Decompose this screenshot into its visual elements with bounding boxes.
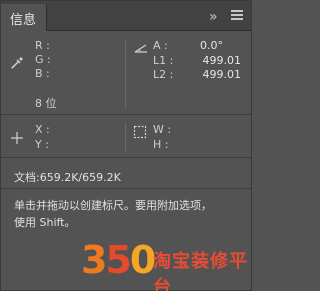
double-chevron-right-icon: » (209, 9, 218, 25)
bit-depth-label: 8 位 (35, 97, 57, 110)
angle-value: 0.0° (200, 39, 223, 52)
section-divider (1, 188, 251, 189)
document-size: 文档:659.2K/659.2K (14, 171, 121, 184)
section-divider (1, 114, 251, 115)
watermark-digit: 0 (129, 238, 156, 282)
blue-label: B : (35, 67, 50, 80)
watermark-number: 350 (81, 237, 156, 283)
red-label: R : (35, 39, 50, 52)
section-divider (125, 122, 126, 152)
crosshair-icon (10, 131, 24, 145)
tab-info-label: 信息 (10, 13, 37, 28)
length2-label: L2 : (153, 68, 174, 81)
selection-size-icon (133, 125, 147, 139)
tab-info[interactable]: 信息 (1, 4, 47, 31)
info-panel: 信息 » R : G : B : 8 位 A : 0.0° L1 : 499.0… (0, 0, 252, 291)
angle-icon (133, 42, 149, 54)
length1-value: 499.01 (202, 54, 242, 67)
angle-label: A : (153, 39, 168, 52)
collapse-panel-button[interactable]: » (209, 9, 223, 25)
eyedropper-icon (10, 56, 24, 70)
tool-hint: 单击并拖动以创建标尺。要用附加选项， 使用 Shift。 (14, 197, 244, 231)
panel-header: 信息 » (1, 1, 251, 31)
section-divider (125, 39, 126, 109)
tool-hint-line1: 单击并拖动以创建标尺。要用附加选项， (14, 199, 212, 212)
tool-hint-line2: 使用 Shift。 (14, 216, 76, 229)
y-label: Y : (35, 138, 49, 151)
x-label: X : (35, 123, 50, 136)
height-label: H : (153, 138, 169, 151)
section-divider (1, 157, 251, 158)
length2-value: 499.01 (202, 68, 242, 81)
watermark-logo: 350 淘宝装修平台 (81, 237, 253, 291)
width-label: W : (153, 123, 172, 136)
watermark-text: 淘宝装修平台 (153, 251, 248, 291)
length1-label: L1 : (153, 54, 174, 67)
watermark-digit: 3 (81, 238, 107, 282)
watermark-digit: 5 (105, 238, 131, 282)
green-label: G : (35, 53, 51, 66)
panel-menu-icon[interactable] (231, 10, 243, 20)
